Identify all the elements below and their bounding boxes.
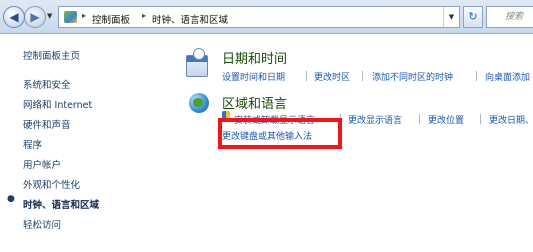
link-divider: [476, 71, 477, 81]
breadcrumb-separator-icon[interactable]: ▸: [82, 11, 86, 20]
sidebar-item-programs[interactable]: 程序: [23, 137, 42, 151]
sidebar-item-control-panel-home[interactable]: 控制面板主页: [23, 48, 80, 62]
breadcrumb-control-panel[interactable]: 控制面板: [92, 12, 130, 26]
link-divider: [362, 71, 363, 81]
category-title-date-time[interactable]: 日期和时间: [222, 48, 287, 67]
link-add-clocks[interactable]: 添加不同时区的时钟: [372, 70, 453, 83]
sidebar-item-hardware-sound[interactable]: 硬件和声音: [23, 117, 71, 131]
clock-icon: [193, 48, 205, 60]
link-change-timezone[interactable]: 更改时区: [314, 70, 350, 83]
sidebar-item-clock-language-region[interactable]: 时钟、语言和区域: [23, 197, 99, 211]
link-change-date-format[interactable]: 更改日期、: [489, 113, 533, 126]
control-panel-icon: [64, 11, 77, 23]
globe-land-icon: [193, 98, 203, 107]
sidebar-item-appearance[interactable]: 外观和个性化: [23, 177, 80, 191]
address-dropdown-icon[interactable]: ▼: [443, 7, 459, 27]
breadcrumb-clock-language-region[interactable]: 时钟、语言和区域: [152, 12, 228, 26]
category-title-region-language[interactable]: 区域和语言: [222, 93, 287, 112]
link-divider: [480, 114, 481, 124]
address-field[interactable]: ▸ 控制面板 ▸ 时钟、语言和区域 ▼: [58, 6, 460, 28]
link-divider: [306, 71, 307, 81]
sidebar-item-user-accounts[interactable]: 用户帐户: [23, 157, 61, 171]
refresh-button[interactable]: ↻: [463, 6, 483, 28]
link-change-location[interactable]: 更改位置: [428, 113, 464, 126]
sidebar-item-system-security[interactable]: 系统和安全: [23, 77, 71, 91]
link-add-gadget[interactable]: 向桌面添加: [485, 70, 530, 83]
current-item-bullet-icon: ●: [7, 194, 15, 204]
back-button[interactable]: ◀: [3, 6, 25, 28]
breadcrumb-separator-icon[interactable]: ▸: [142, 11, 146, 20]
sidebar-item-ease-of-access[interactable]: 轻松访问: [23, 217, 61, 231]
forward-button[interactable]: ▶: [24, 6, 46, 28]
highlight-annotation-box: [218, 118, 342, 149]
link-set-time-date[interactable]: 设置时间和日期: [222, 70, 285, 83]
search-input[interactable]: 搜索: [486, 6, 533, 28]
link-divider: [419, 114, 420, 124]
address-toolbar: ◀ ▶ ▼ ▸ 控制面板 ▸ 时钟、语言和区域 ▼ ↻ 搜索: [0, 0, 533, 34]
sidebar-item-network-internet[interactable]: 网络和 Internet: [23, 97, 92, 111]
link-change-display-language[interactable]: 更改显示语言: [348, 113, 402, 126]
recent-pages-dropdown-icon[interactable]: ▼: [47, 12, 52, 20]
